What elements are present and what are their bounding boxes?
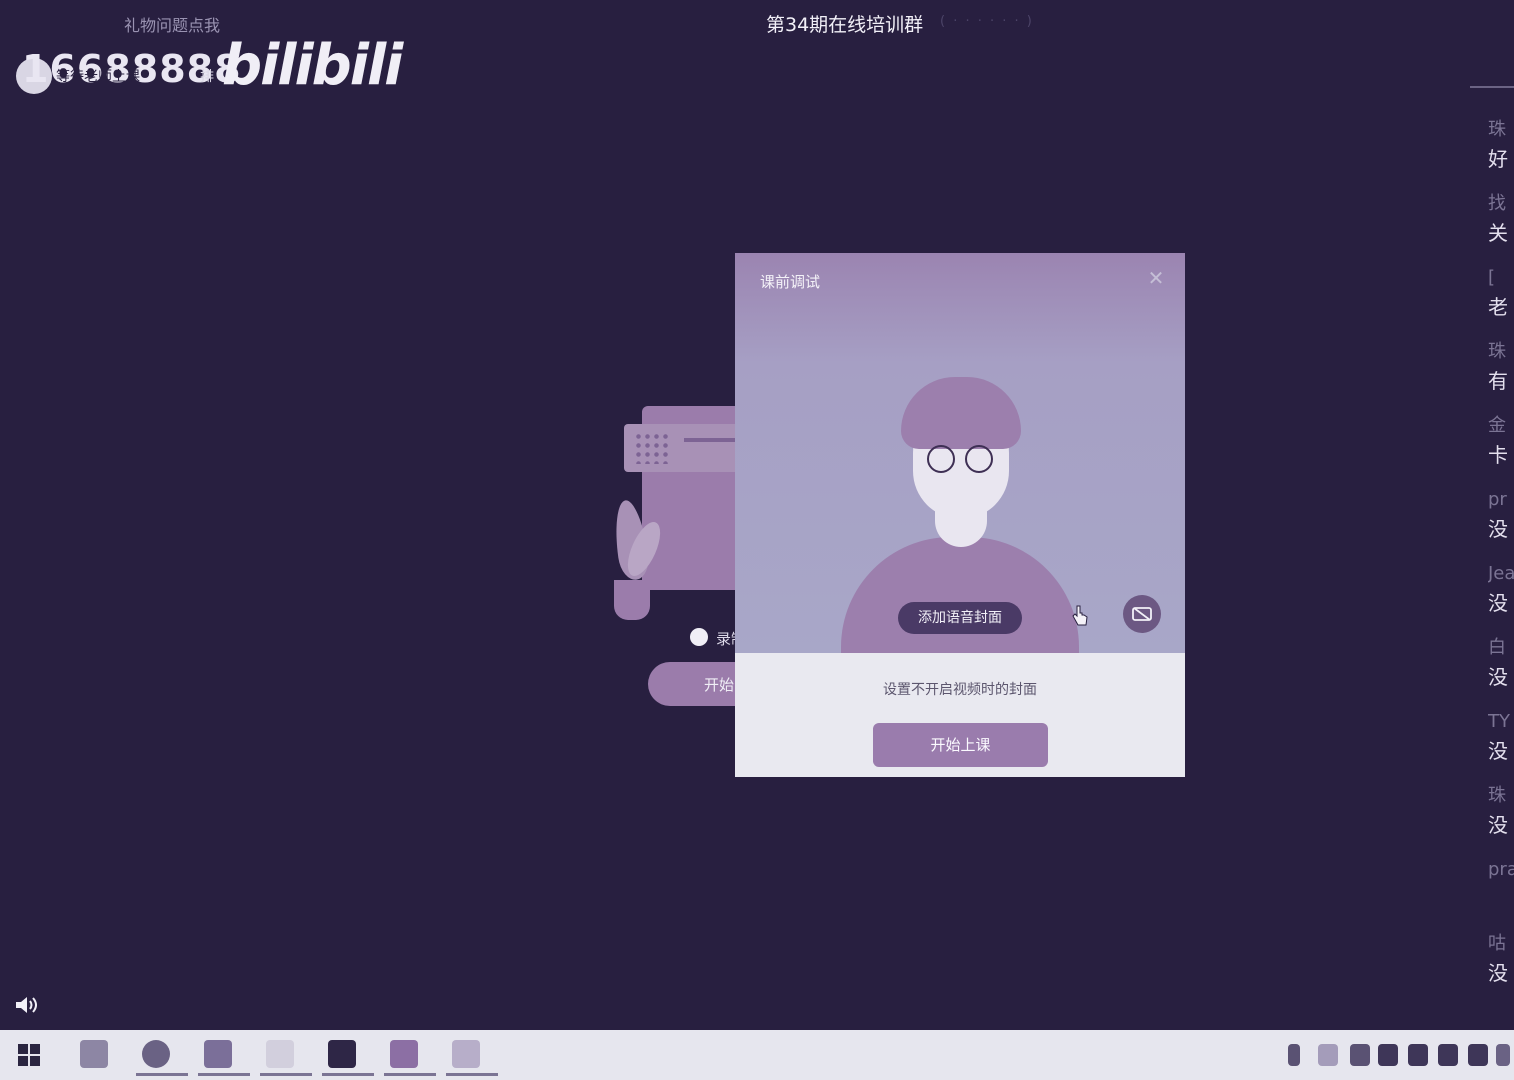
- chat-sender-name[interactable]: pra: [1488, 856, 1514, 884]
- chat-sender-name[interactable]: 金: [1488, 412, 1514, 440]
- chat-sender-name[interactable]: 咕: [1488, 930, 1514, 958]
- browser-icon[interactable]: [132, 1036, 188, 1076]
- chat-item: TY 没: [1488, 708, 1514, 782]
- chat-item: pra: [1488, 856, 1514, 930]
- chat-message-text: 没: [1488, 961, 1508, 985]
- paint-app-icon[interactable]: [442, 1036, 498, 1076]
- chat-item: pr 没: [1488, 486, 1514, 560]
- chat-sender-name[interactable]: 珠: [1488, 338, 1514, 366]
- classroom-window: 礼物问题点我 16688888 等待老师上课 排 bilibili 第34期在线…: [0, 0, 1514, 1030]
- chat-sender-name[interactable]: pr: [1488, 486, 1514, 514]
- chat-message-text: 关: [1488, 221, 1508, 245]
- chat-item: 金卡: [1488, 412, 1514, 486]
- chat-item: Jea 没: [1488, 560, 1514, 634]
- cover-hint: 设置不开启视频时的封面: [883, 682, 1037, 698]
- chat-sender-name[interactable]: 白: [1488, 634, 1514, 662]
- qq-tray-icon-3[interactable]: [1438, 1044, 1458, 1066]
- keypad-shape: [624, 424, 744, 472]
- chat-message-text: 有: [1488, 369, 1508, 393]
- camera-off-icon[interactable]: [1123, 595, 1161, 633]
- chat-message-text: 没: [1488, 739, 1508, 763]
- chat-item: 珠好: [1488, 116, 1514, 190]
- chat-item: [老: [1488, 264, 1514, 338]
- chat-item: 找关: [1488, 190, 1514, 264]
- window-subtitle: ( · · · · · · ): [940, 14, 1034, 29]
- qq-tray-icon[interactable]: [1378, 1044, 1398, 1066]
- qq-tray-icon-4[interactable]: [1468, 1044, 1488, 1066]
- settings-icon[interactable]: [256, 1036, 312, 1076]
- close-icon[interactable]: ✕: [1145, 267, 1167, 289]
- record-radio[interactable]: [690, 628, 708, 646]
- start-class-button[interactable]: 开始上课: [873, 723, 1048, 767]
- chat-message-text: 没: [1488, 665, 1508, 689]
- chat-list: 珠好找关[老珠有金卡 pr 没 Jea 没白没 TY 没珠没 pra 咕没: [1488, 116, 1514, 1004]
- windows-start-icon[interactable]: [18, 1044, 40, 1066]
- chat-message-text: 没: [1488, 517, 1508, 541]
- editor-app-icon[interactable]: [380, 1036, 436, 1076]
- chat-message-text: 没: [1488, 591, 1508, 615]
- window-title: 第34期在线培训群: [766, 14, 924, 36]
- chat-message-text: 老: [1488, 295, 1508, 319]
- classroom-illustration: 录制 开始: [608, 400, 788, 720]
- network-tray-icon[interactable]: [1496, 1044, 1510, 1066]
- chat-message-text: 卡: [1488, 443, 1508, 467]
- pre-class-test-dialog: 课前调试 ✕ 添加语音封面 设置不开启视频时的封面 开始上课: [735, 253, 1185, 777]
- microphone-icon[interactable]: [1288, 1044, 1300, 1066]
- chat-item: 白没: [1488, 634, 1514, 708]
- chat-sender-name[interactable]: TY: [1488, 708, 1514, 736]
- chat-item: 咕没: [1488, 930, 1514, 1004]
- chat-message-text: [1488, 884, 1514, 914]
- chat-message-text: 没: [1488, 813, 1508, 837]
- volume-icon[interactable]: [14, 994, 40, 1016]
- chat-sender-name[interactable]: 找: [1488, 190, 1514, 218]
- classroom-app-icon[interactable]: [318, 1036, 374, 1076]
- chat-message-text: 好: [1488, 147, 1508, 171]
- background-start-label: 开始: [704, 676, 735, 694]
- window-switcher-icon[interactable]: [194, 1036, 250, 1076]
- plant-pot: [614, 580, 650, 620]
- chat-sender-name[interactable]: 珠: [1488, 116, 1514, 144]
- dialog-footer: 设置不开启视频时的封面 开始上课: [735, 653, 1185, 777]
- qq-tray-icon-2[interactable]: [1408, 1044, 1428, 1066]
- chat-item: 珠没: [1488, 782, 1514, 856]
- add-voice-cover-button[interactable]: 添加语音封面: [898, 602, 1022, 634]
- teacher-status: 等待老师上课: [56, 69, 140, 85]
- chat-item: 珠有: [1488, 338, 1514, 412]
- camera-preview: 课前调试 ✕ 添加语音封面: [735, 253, 1185, 677]
- hand-pointer-icon: [1072, 605, 1088, 626]
- dialog-title: 课前调试: [760, 273, 821, 291]
- chat-sender-name[interactable]: 珠: [1488, 782, 1514, 810]
- chat-sender-name[interactable]: Jea: [1488, 560, 1514, 588]
- chat-sender-name[interactable]: [: [1488, 264, 1514, 292]
- chat-divider: [1470, 86, 1514, 88]
- clock-tray-icon[interactable]: [1318, 1044, 1338, 1066]
- file-explorer-icon[interactable]: [70, 1036, 118, 1076]
- bilibili-logo: bilibili: [222, 33, 403, 98]
- gift-help-link[interactable]: 礼物问题点我: [124, 12, 220, 36]
- taskbar: [0, 1030, 1514, 1080]
- rank-button[interactable]: 排: [200, 66, 214, 86]
- security-tray-icon[interactable]: [1350, 1044, 1370, 1066]
